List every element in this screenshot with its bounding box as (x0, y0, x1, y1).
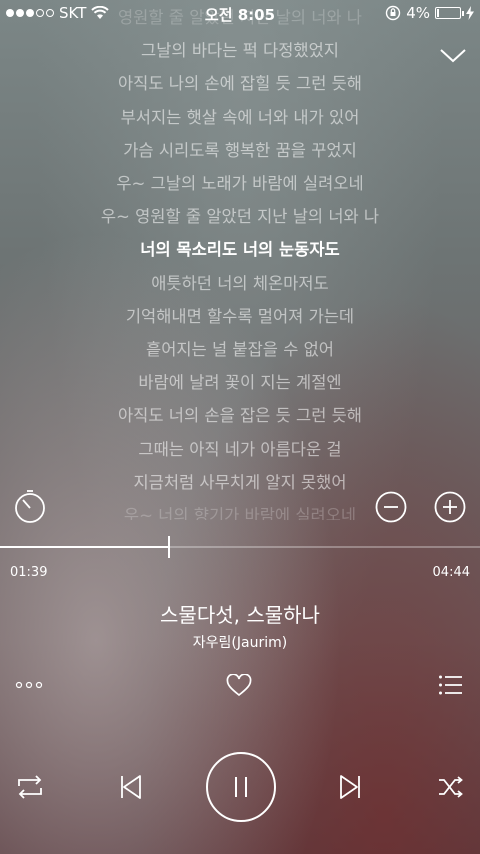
artist-name[interactable]: 자우림(Jaurim) (0, 632, 480, 652)
lyrics-view[interactable]: 영원할 줄 알았던 지난 날의 너와 나 그날의 바다는 퍽 다정했었지 아직도 나… (0, 0, 480, 520)
progress-fill (0, 546, 168, 548)
lyric-line: 가슴 시리도록 행복한 꿈을 꾸었지 (123, 140, 357, 160)
more-options-icon[interactable] (15, 678, 43, 692)
charging-bolt-icon (466, 6, 474, 20)
lyric-line: 아직도 너의 손을 잡은 듯 그런 듯해 (118, 406, 362, 426)
next-track-icon[interactable] (338, 774, 362, 800)
collapse-chevron-down-icon[interactable] (438, 44, 468, 66)
previous-track-icon[interactable] (119, 774, 143, 800)
battery-icon (435, 7, 464, 19)
lyric-line: 기억해내면 할수록 멀어져 가는데 (125, 306, 355, 326)
lyric-line: 흩어지는 널 붙잡을 수 없어 (146, 340, 334, 359)
song-title: 스물다섯, 스물하나 (160, 603, 320, 627)
sleep-timer-icon[interactable] (12, 489, 48, 525)
playlist-icon[interactable] (438, 674, 464, 696)
battery-percent: 4% (406, 4, 430, 22)
lyric-line: 우~ 그날의 노래가 바람에 실려오네 (116, 174, 364, 193)
font-size-decrease-icon[interactable] (375, 491, 407, 523)
total-time: 04:44 (432, 565, 470, 580)
lyric-line: 그날의 바다는 퍽 다정했었지 (141, 41, 339, 61)
status-bar: SKT 오전 8:05 4% (0, 0, 480, 26)
progress-bar[interactable] (0, 536, 480, 558)
lyric-line: 바람에 날려 꽃이 지는 계절엔 (138, 373, 342, 393)
lyric-line: 애틋하던 너의 체온마저도 (151, 273, 329, 293)
font-size-increase-icon[interactable] (434, 491, 466, 523)
shuffle-icon[interactable] (438, 775, 464, 799)
lyric-line: 지금처럼 사무치게 알지 못했어 (133, 472, 347, 492)
lyric-line: 그때는 아직 네가 아름다운 걸 (138, 439, 342, 459)
lyric-line: 우~ 영원할 줄 알았던 지난 날의 너와 나 (100, 207, 380, 227)
lyric-line: 우~ 너의 향기가 바람에 실려오네 (123, 506, 357, 520)
repeat-icon[interactable] (16, 774, 44, 800)
pause-button[interactable] (205, 751, 277, 823)
lyric-line: 아직도 나의 손에 잡힐 듯 그런 듯해 (118, 74, 362, 94)
progress-handle[interactable] (167, 536, 170, 558)
lyric-line: 부서지는 햇살 속에 너와 내가 있어 (120, 107, 360, 127)
heart-like-icon[interactable] (226, 674, 252, 698)
orientation-lock-icon (386, 5, 401, 21)
current-time: 01:39 (10, 565, 48, 580)
current-lyric-line: 너의 목소리도 너의 눈동자도 (140, 240, 340, 260)
